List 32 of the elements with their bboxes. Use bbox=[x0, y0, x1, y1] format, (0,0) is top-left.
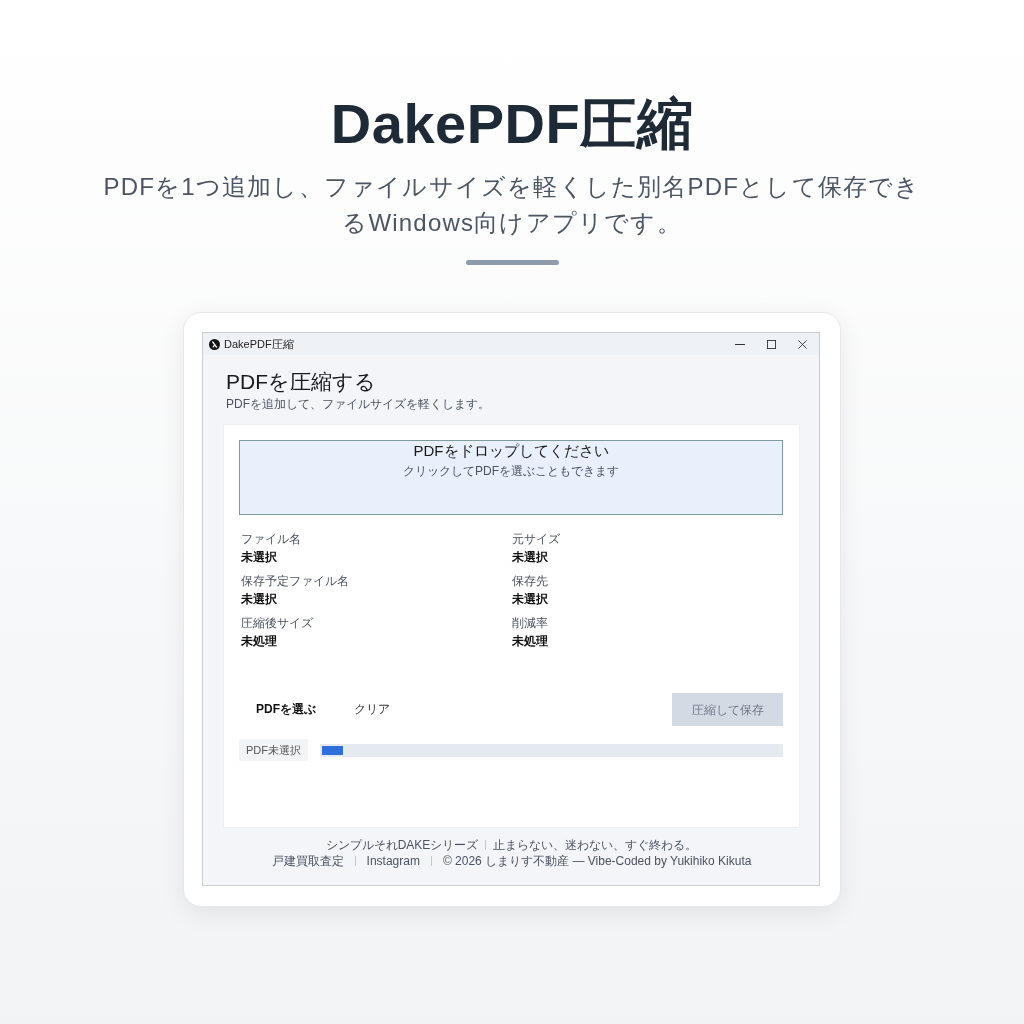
drop-zone[interactable]: PDFをドロップしてください クリックしてPDFを選ぶこともできます bbox=[239, 440, 783, 515]
action-button[interactable]: クリア bbox=[354, 702, 390, 717]
field-value: 未選択 bbox=[241, 591, 277, 607]
field-value: 未選択 bbox=[512, 591, 548, 607]
drop-zone-title: PDFをドロップしてください bbox=[413, 441, 609, 460]
field-label: 保存先 bbox=[512, 574, 548, 588]
footer-copyright: © 2026 しまりす不動産 — Vibe-Coded by Yukihiko Kikuta bbox=[442, 854, 752, 868]
close-icon[interactable] bbox=[798, 339, 807, 349]
field-label: 削減率 bbox=[512, 616, 548, 630]
window-title: DakePDF圧縮 bbox=[224, 337, 294, 351]
field-label: 保存予定ファイル名 bbox=[241, 574, 349, 588]
field-label: ファイル名 bbox=[241, 532, 301, 546]
minimize-icon[interactable] bbox=[735, 343, 745, 345]
maximize-icon[interactable] bbox=[767, 339, 776, 349]
action-button[interactable]: PDFを選ぶ bbox=[256, 702, 316, 717]
app-subheading: PDFを追加して、ファイルサイズを軽くします。 bbox=[225, 396, 490, 412]
field-label: 圧縮後サイズ bbox=[241, 616, 313, 630]
field-value: 未選択 bbox=[512, 549, 548, 565]
app-logo-icon bbox=[209, 338, 220, 350]
footer-link[interactable]: Instagram bbox=[366, 854, 420, 868]
field-value: 未選択 bbox=[241, 549, 277, 565]
footer-link[interactable]: 戸建買取査定 bbox=[271, 854, 344, 868]
page-description: PDFを1つ追加し、ファイルサイズを軽くした別名PDFとして保存できるWindows向けアプリです。 bbox=[102, 172, 922, 238]
footer-tagline: 止まらない、迷わない、すぐ終わる。 bbox=[493, 838, 698, 852]
app-heading: PDFを圧縮する bbox=[225, 369, 376, 395]
footer-tagline: シンプルそれDAKEシリーズ bbox=[325, 838, 479, 852]
page-title: DakePDF圧縮 bbox=[330, 92, 694, 156]
field-label: 元サイズ bbox=[512, 532, 560, 546]
field-value: 未処理 bbox=[512, 633, 548, 649]
drop-zone-hint: クリックしてPDFを選ぶこともできます bbox=[403, 464, 619, 479]
field-value: 未処理 bbox=[241, 633, 277, 649]
status-badge: PDF未選択 bbox=[239, 739, 308, 761]
